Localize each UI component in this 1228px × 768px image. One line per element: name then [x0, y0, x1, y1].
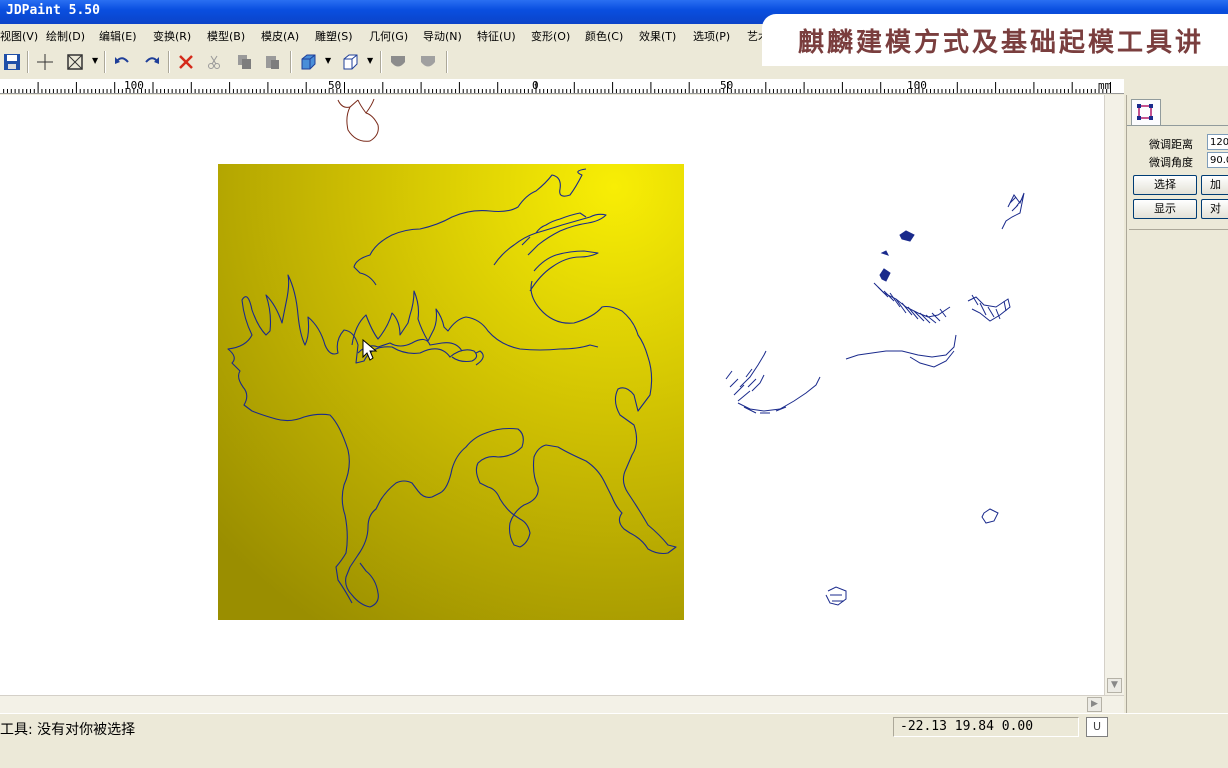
cut-icon[interactable]: [202, 50, 226, 74]
ruler-unit: mm: [1098, 79, 1112, 92]
menu-skin[interactable]: 模皮(A): [261, 28, 299, 44]
add-button[interactable]: 加: [1201, 175, 1228, 195]
chevron-down-icon[interactable]: ▼: [367, 56, 377, 68]
ruler-label: 50: [328, 79, 342, 92]
shade-back-icon[interactable]: [416, 50, 440, 74]
paste-icon[interactable]: [260, 50, 284, 74]
ruler-label: 0: [532, 79, 539, 92]
menu-deform[interactable]: 变形(O): [531, 28, 570, 44]
tab-divider: [1127, 125, 1228, 126]
toolbar-separator: [290, 51, 292, 73]
menu-view[interactable]: 视图(V): [0, 28, 38, 44]
menu-feature[interactable]: 特征(U): [477, 28, 516, 44]
menu-geometry[interactable]: 几何(G): [369, 28, 408, 44]
align-button[interactable]: 对: [1201, 199, 1228, 219]
toolbar-separator: [104, 51, 106, 73]
redo-icon[interactable]: [140, 50, 164, 74]
solid-box-icon[interactable]: [296, 50, 320, 74]
main-toolbar: ▼ ▼ ▼: [0, 46, 762, 78]
node-edit-icon: [1137, 104, 1153, 120]
menu-transform[interactable]: 变换(R): [153, 28, 191, 44]
toolbar-separator: [446, 51, 448, 73]
nudge-distance-label: 微调距离: [1149, 138, 1193, 151]
undo-icon[interactable]: [110, 50, 134, 74]
shade-front-icon[interactable]: [386, 50, 410, 74]
properties-panel: 微调距离 微调角度 选择 加 显示 对: [1126, 95, 1228, 713]
ruler-label: 100: [124, 79, 144, 92]
menu-effect[interactable]: 效果(T): [639, 28, 676, 44]
panel-tab[interactable]: [1131, 99, 1161, 125]
brown-sketch[interactable]: [337, 98, 379, 142]
menu-sculpt[interactable]: 雕塑(S): [315, 28, 353, 44]
nudge-angle-input[interactable]: [1207, 152, 1228, 168]
mode-button[interactable]: U: [1086, 717, 1108, 737]
cursor-coordinates: -22.13 19.84 0.00: [893, 717, 1079, 737]
ruler-label: 100: [907, 79, 927, 92]
jdpaint-window: JDPaint 5.50 视图(V) 绘制(D) 编辑(E) 变换(R) 模型(…: [0, 0, 1228, 768]
menu-options[interactable]: 选项(P): [693, 28, 730, 44]
save-icon[interactable]: [0, 50, 24, 74]
canvas-drawing: [218, 98, 1025, 620]
menu-guide[interactable]: 导动(N): [423, 28, 462, 44]
scroll-right-arrow-icon[interactable]: ▶: [1087, 697, 1102, 712]
toolbar-separator: [168, 51, 170, 73]
banner-text: 麒麟建模方式及基础起模工具讲: [798, 28, 1205, 58]
delete-icon[interactable]: [174, 50, 198, 74]
drawing-canvas[interactable]: [0, 95, 1104, 695]
copy-icon[interactable]: [232, 50, 256, 74]
menu-edit[interactable]: 编辑(E): [99, 28, 137, 44]
status-bar: 工具: 没有对你被选择 -22.13 19.84 0.00 U: [0, 713, 1228, 768]
toolpath-strokes[interactable]: [725, 192, 1025, 606]
horizontal-ruler: 100 50 0 50 100 mm: [0, 79, 1124, 94]
scroll-down-arrow-icon[interactable]: ▼: [1107, 678, 1122, 693]
chevron-down-icon[interactable]: ▼: [92, 56, 102, 68]
menu-color[interactable]: 颜色(C): [585, 28, 623, 44]
box-select-icon[interactable]: [63, 50, 87, 74]
crosshair-icon[interactable]: [33, 50, 57, 74]
lesson-banner: 麒麟建模方式及基础起模工具讲: [762, 14, 1228, 66]
ruler-ticks: [3, 82, 1111, 93]
nudge-angle-label: 微调角度: [1149, 156, 1193, 169]
toolbar-separator: [380, 51, 382, 73]
menu-model[interactable]: 模型(B): [207, 28, 245, 44]
ruler-label: 50: [720, 79, 734, 92]
horizontal-scrollbar[interactable]: ▶: [0, 695, 1124, 713]
chevron-down-icon[interactable]: ▼: [325, 56, 335, 68]
toolbar-separator: [27, 51, 29, 73]
window-title: JDPaint 5.50: [6, 3, 100, 18]
panel-divider: [1129, 229, 1228, 230]
wireframe-box-icon[interactable]: [338, 50, 362, 74]
select-button[interactable]: 选择: [1133, 175, 1197, 195]
menu-draw[interactable]: 绘制(D): [46, 28, 85, 44]
gold-relief-board[interactable]: [218, 164, 684, 620]
status-text: 工具: 没有对你被选择: [0, 722, 136, 738]
display-button[interactable]: 显示: [1133, 199, 1197, 219]
nudge-distance-input[interactable]: [1207, 134, 1228, 150]
vertical-scrollbar[interactable]: ▼: [1104, 95, 1124, 695]
